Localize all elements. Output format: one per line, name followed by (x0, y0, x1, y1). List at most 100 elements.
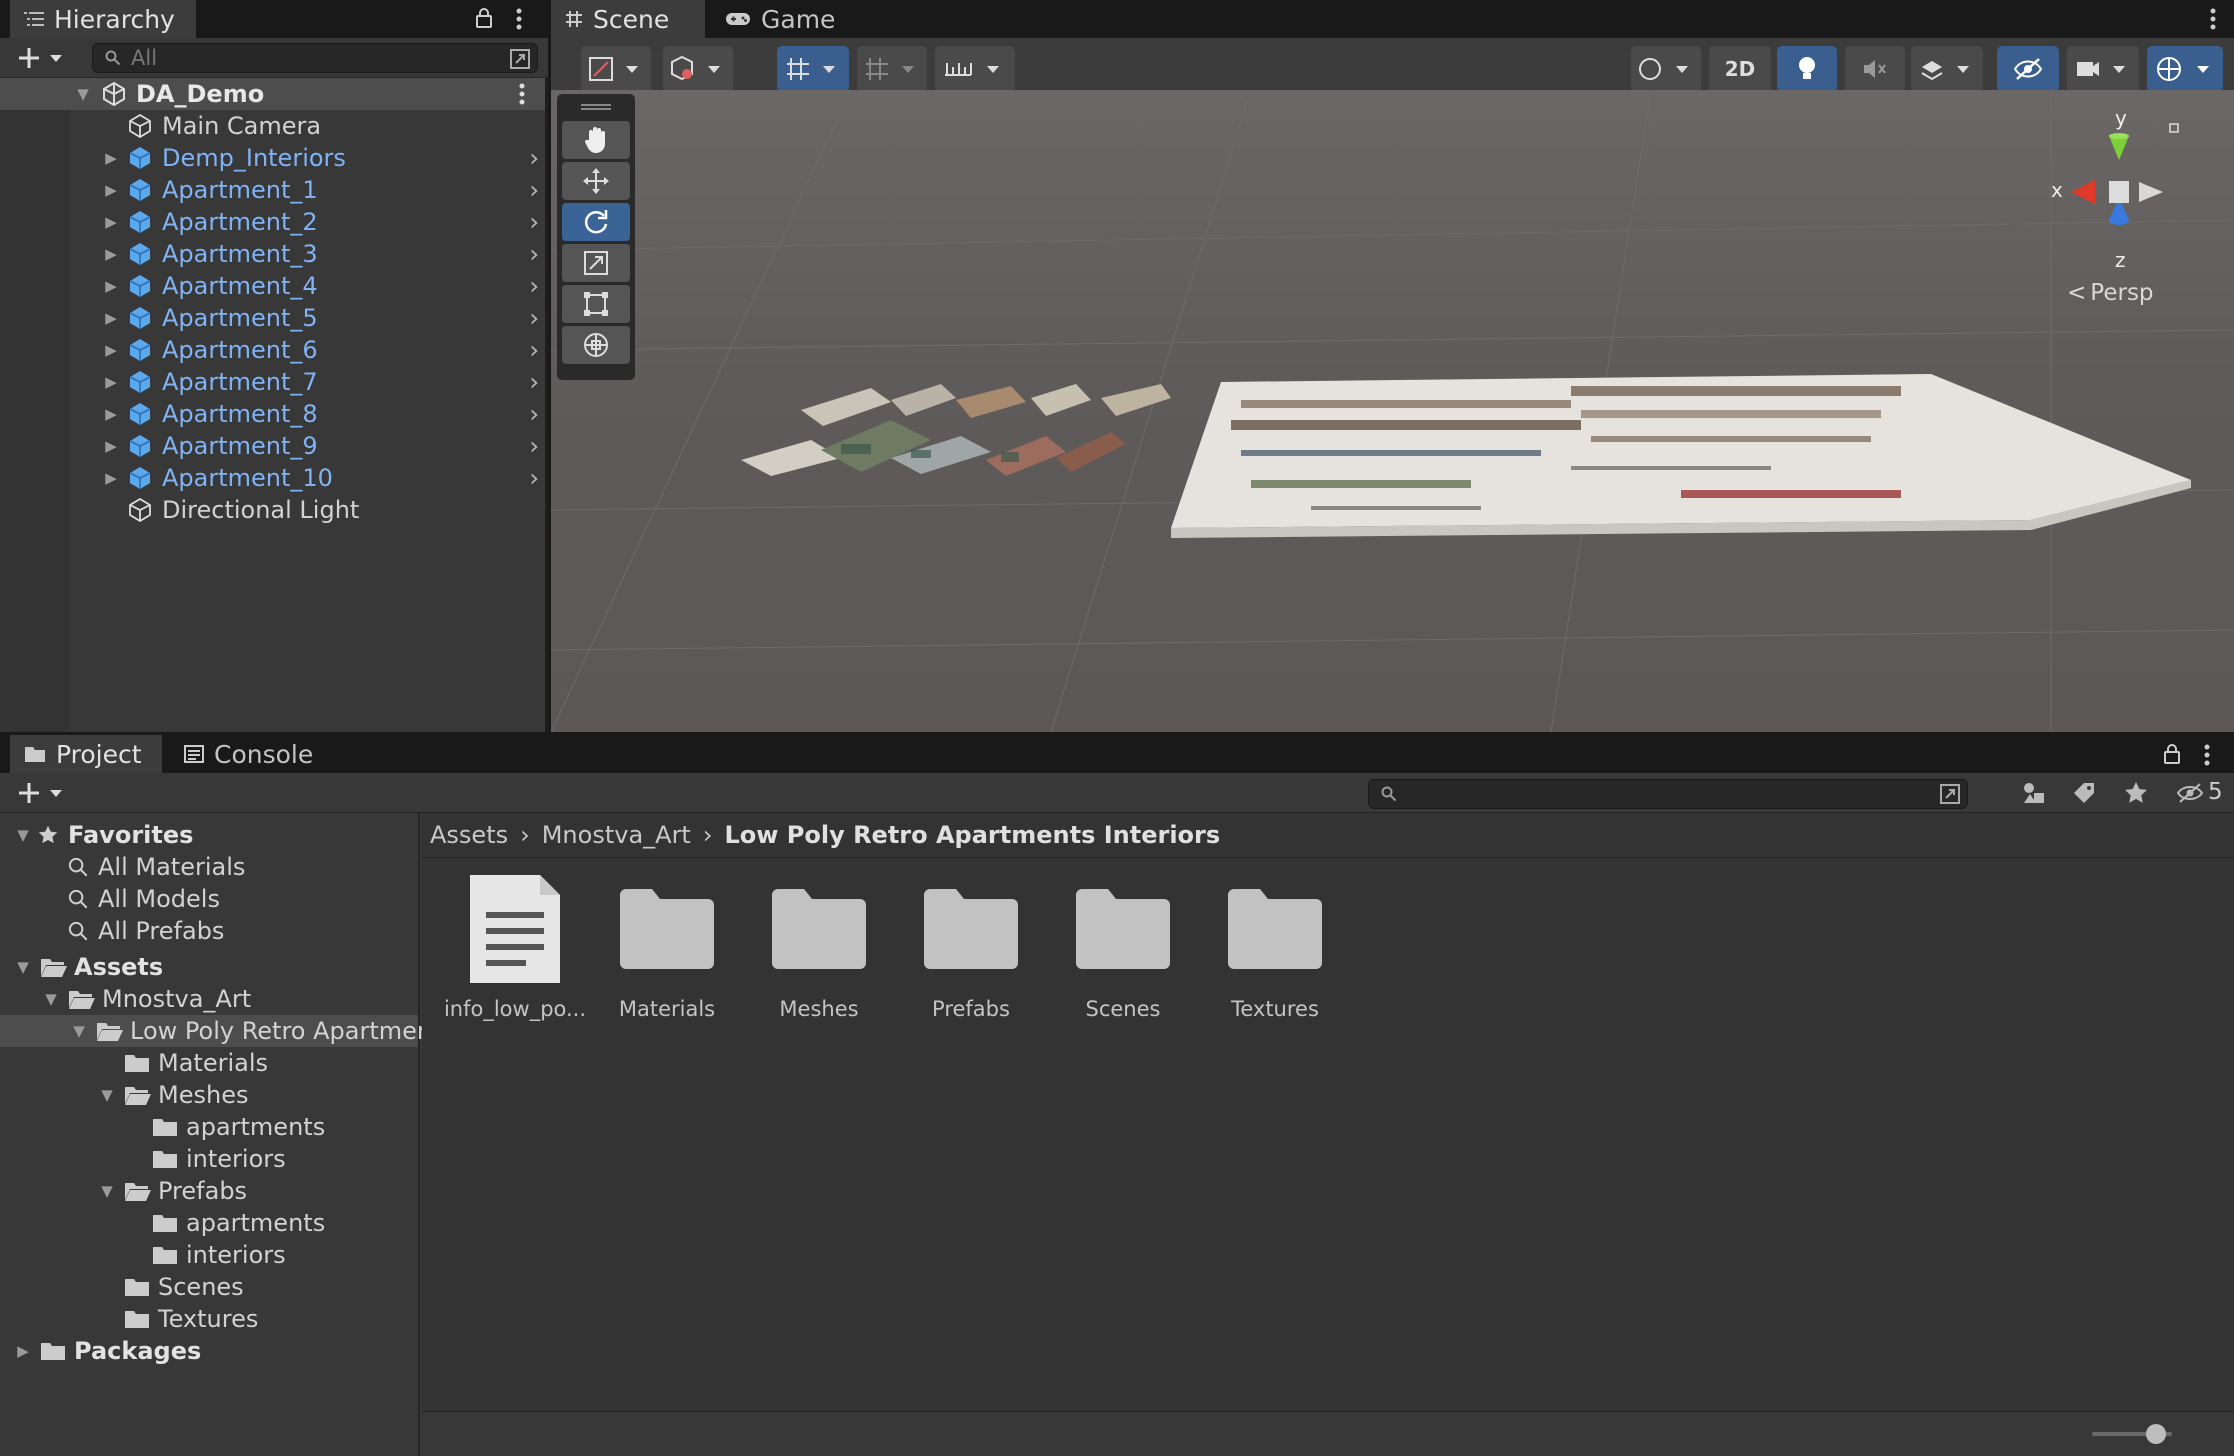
scene-row[interactable]: ▼ DA_Demo (0, 78, 545, 110)
project-kebab-icon[interactable] (2204, 744, 2210, 766)
chevron-right-icon[interactable]: › (529, 144, 539, 172)
visibility-button[interactable] (1997, 46, 2059, 92)
breadcrumb-mnostva-art[interactable]: Mnostva_Art (542, 821, 691, 849)
hierarchy-item[interactable]: ▶ Apartment_9 › (0, 430, 545, 462)
expand-toggle[interactable]: ▶ (102, 206, 120, 238)
expand-toggle[interactable]: ▼ (14, 951, 32, 983)
hierarchy-item[interactable]: ▶ Apartment_7 › (0, 366, 545, 398)
hand-tool-button[interactable] (562, 121, 630, 159)
hidden-packages-icon[interactable] (2176, 783, 2204, 803)
asset-document[interactable]: info_low_po... (440, 875, 590, 1021)
tree-folder-prefabs[interactable]: ▼ Prefabs (0, 1175, 418, 1207)
rotate-tool-button[interactable] (562, 203, 630, 241)
hierarchy-item[interactable]: ▶ Apartment_5 › (0, 302, 545, 334)
expand-toggle[interactable]: ▶ (14, 1335, 32, 1367)
favorite-item[interactable]: All Materials (0, 851, 245, 883)
favorite-item[interactable]: All Models (0, 883, 220, 915)
scene-menu-icon[interactable] (519, 83, 525, 105)
zoom-slider[interactable] (2092, 1424, 2172, 1444)
shading-button[interactable] (1631, 46, 1701, 92)
favorite-star-icon[interactable] (2124, 781, 2148, 805)
hierarchy-item[interactable]: ▶ Apartment_3 › (0, 238, 545, 270)
expand-toggle[interactable]: ▶ (102, 334, 120, 366)
lighting-button[interactable] (1777, 46, 1837, 92)
asset-folder[interactable]: Materials (592, 885, 742, 1021)
project-search-input[interactable] (1368, 779, 1968, 809)
tree-folder-apartments[interactable]: apartments (0, 1207, 418, 1239)
tree-folder-apartments[interactable]: apartments (0, 1111, 418, 1143)
audio-button[interactable] (1845, 46, 1905, 92)
hierarchy-item[interactable]: ▶ Apartment_8 › (0, 398, 545, 430)
palette-grip[interactable] (557, 96, 635, 118)
projection-toggle[interactable]: < Persp (2067, 280, 2154, 306)
asset-folder[interactable]: Prefabs (896, 885, 1046, 1021)
gizmos-button[interactable] (2147, 46, 2223, 92)
chevron-right-icon[interactable]: › (529, 336, 539, 364)
zoom-slider-thumb[interactable] (2146, 1424, 2166, 1444)
expand-toggle[interactable]: ▶ (102, 366, 120, 398)
tab-scene[interactable]: Scene (551, 0, 705, 38)
tree-folder-mnostva-art[interactable]: ▼ Mnostva_Art (0, 983, 418, 1015)
create-icon[interactable] (18, 781, 68, 805)
scene-kebab-icon[interactable] (2210, 8, 2216, 30)
scale-tool-button[interactable] (562, 244, 630, 282)
asset-folder[interactable]: Meshes (744, 885, 894, 1021)
filter-by-label-icon[interactable] (2072, 781, 2096, 805)
expand-toggle[interactable]: ▼ (14, 819, 32, 851)
chevron-right-icon[interactable]: › (529, 272, 539, 300)
expand-toggle[interactable]: ▼ (74, 78, 92, 110)
expand-toggle[interactable]: ▶ (102, 398, 120, 430)
expand-toggle[interactable]: ▶ (102, 462, 120, 494)
chevron-right-icon[interactable]: › (529, 304, 539, 332)
ruler-button[interactable] (935, 46, 1015, 92)
tab-console[interactable]: Console (170, 735, 340, 773)
tree-folder-textures[interactable]: Textures (0, 1303, 418, 1335)
expand-toggle[interactable]: ▼ (98, 1079, 116, 1111)
breadcrumb-assets[interactable]: Assets (430, 821, 508, 849)
add-icon[interactable] (18, 46, 62, 70)
hierarchy-item[interactable]: ▶ Apartment_1 › (0, 174, 545, 206)
tree-folder-low-poly-retro-apartment[interactable]: ▼ Low Poly Retro Apartment (0, 1015, 442, 1047)
hierarchy-item[interactable]: ▶ Apartment_4 › (0, 270, 545, 302)
expand-toggle[interactable]: ▼ (42, 983, 60, 1015)
kebab-menu-icon[interactable] (516, 8, 522, 30)
move-tool-button[interactable] (562, 162, 630, 200)
chevron-right-icon[interactable]: › (529, 464, 539, 492)
chevron-right-icon[interactable]: › (529, 208, 539, 236)
scene-viewport[interactable]: y x z < Persp (551, 90, 2234, 732)
search-window-icon[interactable] (1939, 783, 1961, 810)
tree-folder-interiors[interactable]: interiors (0, 1143, 418, 1175)
expand-toggle[interactable]: ▶ (102, 174, 120, 206)
chevron-right-icon[interactable]: › (529, 368, 539, 396)
grid-snap-button[interactable] (777, 46, 849, 92)
tree-folder-scenes[interactable]: Scenes (0, 1271, 418, 1303)
hierarchy-item[interactable]: ▶ Apartment_6 › (0, 334, 545, 366)
project-lock-icon[interactable] (2164, 744, 2180, 764)
expand-toggle[interactable]: ▶ (102, 302, 120, 334)
tab-game[interactable]: Game (711, 0, 861, 38)
hierarchy-item[interactable]: ▶ Demp_Interiors › (0, 142, 545, 174)
hierarchy-item[interactable]: ▶ Apartment_2 › (0, 206, 545, 238)
transform-tool-button[interactable] (562, 326, 630, 364)
filter-by-type-icon[interactable] (2022, 781, 2046, 805)
expand-toggle[interactable]: ▶ (102, 238, 120, 270)
tree-folder-interiors[interactable]: interiors (0, 1239, 418, 1271)
toggle-2d-button[interactable]: 2D (1709, 46, 1771, 92)
chevron-right-icon[interactable]: › (529, 176, 539, 204)
expand-toggle[interactable]: ▶ (102, 270, 120, 302)
draw-mode-button[interactable] (581, 46, 651, 92)
chevron-right-icon[interactable]: › (529, 240, 539, 268)
favorites-header[interactable]: ▼ Favorites (0, 819, 193, 851)
camera-button[interactable] (2067, 46, 2139, 92)
expand-toggle[interactable]: ▼ (98, 1175, 116, 1207)
asset-folder[interactable]: Scenes (1048, 885, 1198, 1021)
tree-folder-packages[interactable]: ▶ Packages (0, 1335, 418, 1367)
hierarchy-item[interactable]: Main Camera (0, 110, 545, 142)
breadcrumb-current[interactable]: Low Poly Retro Apartments Interiors (724, 821, 1220, 849)
tab-hierarchy[interactable]: Hierarchy (10, 0, 196, 38)
tab-project[interactable]: Project (10, 735, 162, 773)
rect-tool-button[interactable] (562, 285, 630, 323)
chevron-right-icon[interactable]: › (529, 432, 539, 460)
asset-folder[interactable]: Textures (1200, 885, 1350, 1021)
expand-toggle[interactable]: ▶ (102, 430, 120, 462)
